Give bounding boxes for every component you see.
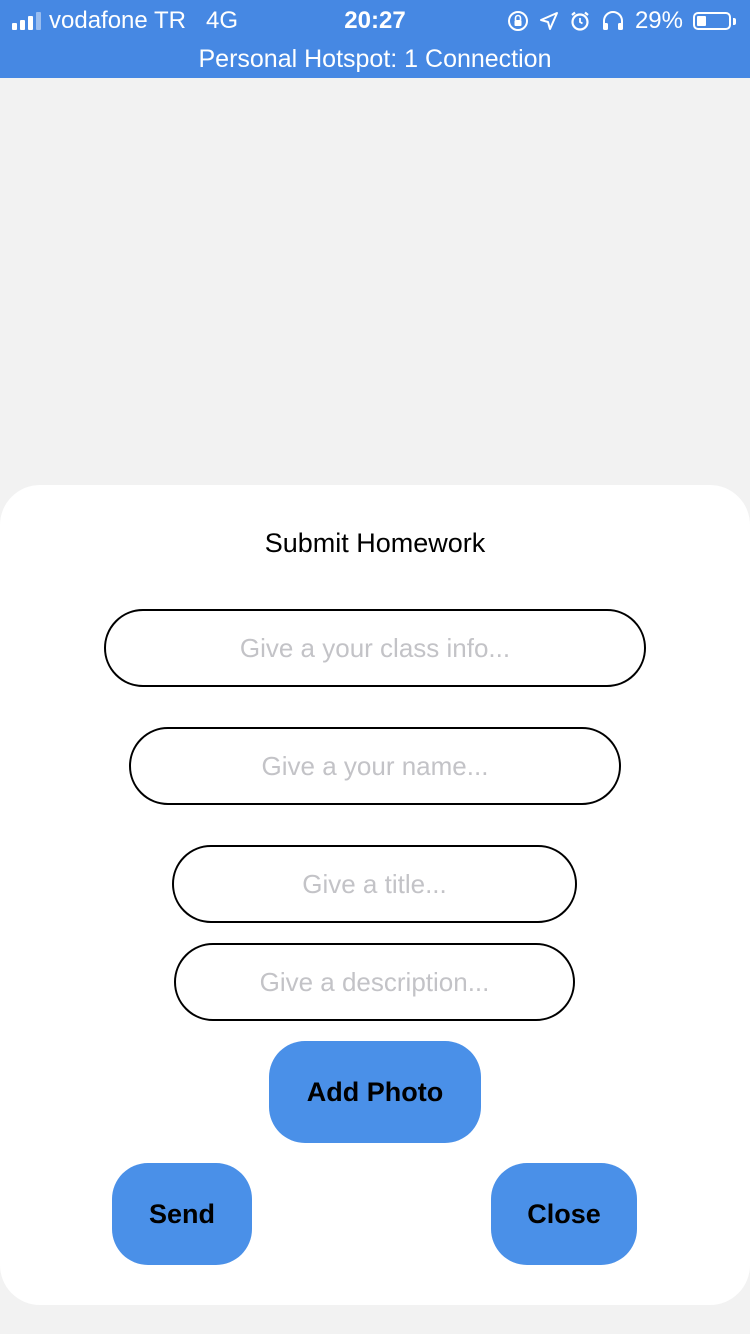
add-photo-button[interactable]: Add Photo: [269, 1041, 481, 1143]
sheet-title: Submit Homework: [264, 528, 486, 558]
status-right: 29%: [507, 6, 736, 36]
alarm-icon: [569, 10, 591, 32]
headphones-icon: [601, 10, 625, 32]
battery-icon: [693, 12, 736, 30]
description-input[interactable]: [174, 943, 575, 1021]
close-button[interactable]: Close: [491, 1163, 637, 1265]
hotspot-banner[interactable]: Personal Hotspot: 1 Connection: [0, 42, 750, 76]
location-icon: [539, 11, 559, 31]
send-button[interactable]: Send: [112, 1163, 252, 1265]
name-input[interactable]: [129, 727, 621, 805]
status-bar: vodafone TR 4G 20:27 29% Personal Hotspo…: [0, 0, 750, 78]
battery-percent: 29%: [634, 7, 683, 34]
title-input[interactable]: [172, 845, 577, 923]
orientation-lock-icon: [507, 10, 529, 32]
submit-homework-sheet: Submit Homework Add Photo Send Close: [0, 485, 750, 1305]
class-info-input[interactable]: [104, 609, 646, 687]
